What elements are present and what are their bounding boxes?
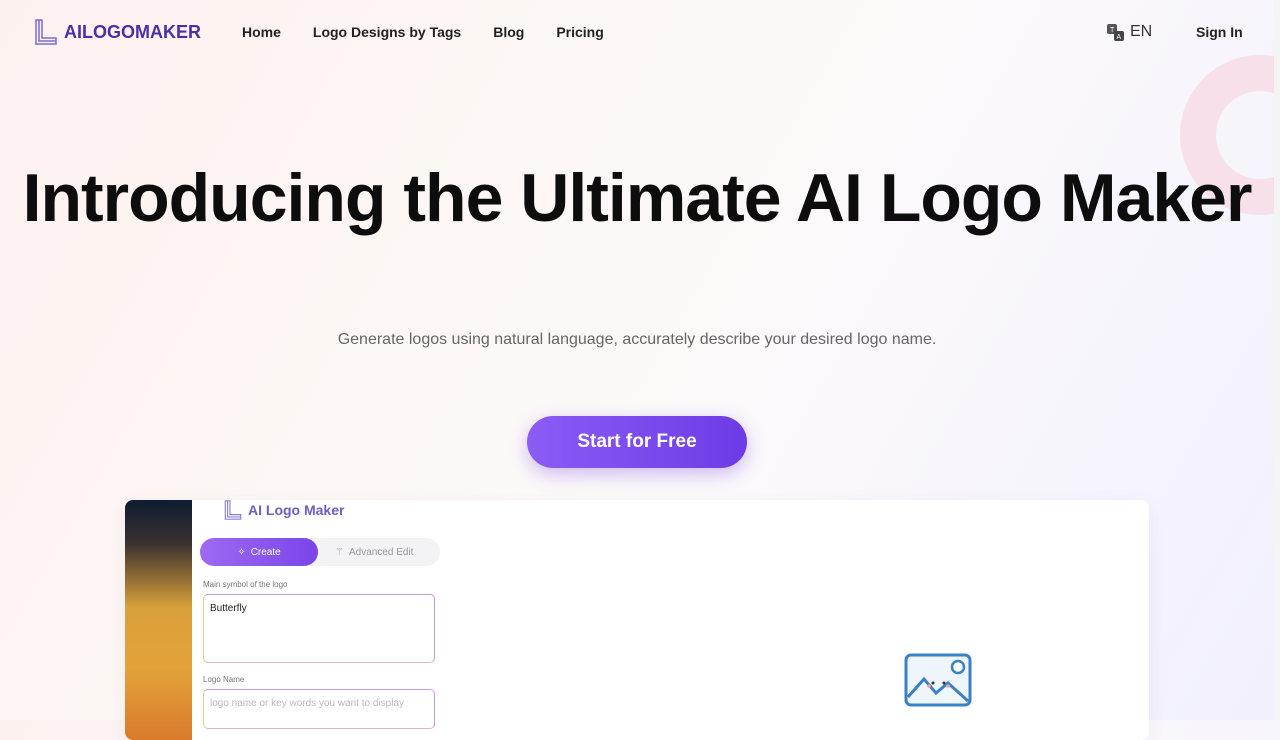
tab-create[interactable]: ✧ Create <box>200 538 318 566</box>
symbol-input[interactable]: Butterfly <box>203 594 435 663</box>
symbol-label: Main symbol of the logo <box>203 580 288 589</box>
logo-name-label: Logo Name <box>203 675 245 684</box>
nav-blog[interactable]: Blog <box>493 24 524 40</box>
language-selector[interactable]: TA EN <box>1107 23 1152 41</box>
start-for-free-button[interactable]: Start for Free <box>527 416 747 468</box>
nav-home[interactable]: Home <box>242 24 281 40</box>
brand-name: AILOGOMAKER <box>64 21 201 42</box>
logo-name-input[interactable]: logo name or key words you want to displ… <box>203 689 435 729</box>
nav-pricing[interactable]: Pricing <box>556 24 603 40</box>
app-preview: AI Logo Maker ✧ Create ⚚ Advanced Edit Mai… <box>125 500 1149 740</box>
preview-app-logo: AI Logo Maker <box>223 500 344 520</box>
sign-in-link[interactable]: Sign In <box>1196 24 1243 40</box>
sparkle-icon: ✧ <box>237 546 246 558</box>
translate-icon: TA <box>1107 23 1124 41</box>
image-placeholder-icon <box>904 653 972 707</box>
scrollbar[interactable] <box>1274 0 1280 720</box>
symbol-value: Butterfly <box>210 603 247 614</box>
tab-advanced-label: Advanced Edit <box>348 546 414 558</box>
logo-name-placeholder: logo name or key words you want to displ… <box>210 698 404 709</box>
svg-text:A: A <box>1117 34 1122 41</box>
hero-title: Introducing the Ultimate AI Logo Maker <box>22 160 1253 236</box>
preview-sidebar-image <box>125 500 192 740</box>
language-label: EN <box>1130 23 1153 40</box>
nav-logo-designs-by-tags[interactable]: Logo Designs by Tags <box>313 24 461 40</box>
brand-logo[interactable]: AILOGOMAKER <box>34 19 201 45</box>
app-l-icon <box>224 500 242 520</box>
svg-text:T: T <box>1110 27 1115 34</box>
magic-wand-icon: ⚚ <box>335 546 344 558</box>
tab-advanced-edit[interactable]: ⚚ Advanced Edit <box>335 538 413 566</box>
preview-tabs: ✧ Create ⚚ Advanced Edit <box>200 538 440 566</box>
tab-create-label: Create <box>250 546 281 558</box>
top-nav: AILOGOMAKER Home Logo Designs by Tags Bl… <box>0 0 1280 64</box>
preview-app-title: AI Logo Maker <box>248 502 345 518</box>
brand-l-icon <box>35 19 57 45</box>
hero-subtitle: Generate logos using natural language, a… <box>337 331 937 348</box>
